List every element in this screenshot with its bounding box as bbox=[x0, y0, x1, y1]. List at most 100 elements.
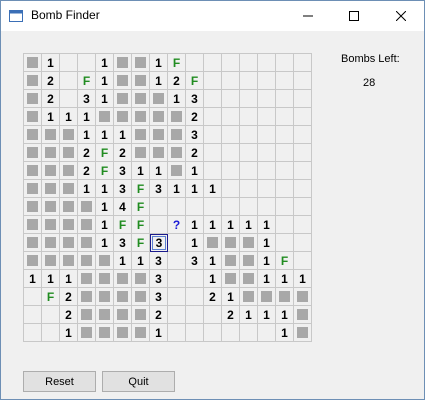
hidden-cell[interactable] bbox=[78, 252, 96, 270]
empty-cell[interactable] bbox=[186, 324, 204, 342]
hidden-cell[interactable] bbox=[114, 90, 132, 108]
number-cell[interactable]: 3 bbox=[186, 90, 204, 108]
number-cell[interactable]: 1 bbox=[150, 324, 168, 342]
empty-cell[interactable] bbox=[186, 270, 204, 288]
empty-cell[interactable] bbox=[222, 162, 240, 180]
number-cell[interactable]: 1 bbox=[96, 180, 114, 198]
hidden-cell[interactable] bbox=[114, 306, 132, 324]
number-cell[interactable]: 1 bbox=[150, 72, 168, 90]
number-cell[interactable]: 3 bbox=[114, 234, 132, 252]
number-cell[interactable]: 1 bbox=[204, 216, 222, 234]
hidden-cell[interactable] bbox=[132, 144, 150, 162]
hidden-cell[interactable] bbox=[150, 126, 168, 144]
empty-cell[interactable] bbox=[42, 306, 60, 324]
number-cell[interactable]: 1 bbox=[96, 90, 114, 108]
hidden-cell[interactable] bbox=[24, 54, 42, 72]
number-cell[interactable]: 1 bbox=[276, 270, 294, 288]
hidden-cell[interactable] bbox=[96, 270, 114, 288]
number-cell[interactable]: 2 bbox=[150, 306, 168, 324]
number-cell[interactable]: 1 bbox=[96, 216, 114, 234]
number-cell[interactable]: 1 bbox=[240, 216, 258, 234]
empty-cell[interactable] bbox=[276, 144, 294, 162]
number-cell[interactable]: 2 bbox=[78, 162, 96, 180]
number-cell[interactable]: 1 bbox=[276, 324, 294, 342]
hidden-cell[interactable] bbox=[60, 216, 78, 234]
empty-cell[interactable] bbox=[258, 198, 276, 216]
empty-cell[interactable] bbox=[294, 72, 312, 90]
hidden-cell[interactable] bbox=[78, 270, 96, 288]
flag-cell[interactable]: F bbox=[96, 144, 114, 162]
hidden-cell[interactable] bbox=[132, 324, 150, 342]
number-cell[interactable]: 2 bbox=[204, 288, 222, 306]
empty-cell[interactable] bbox=[222, 108, 240, 126]
empty-cell[interactable] bbox=[240, 162, 258, 180]
flag-cell[interactable]: F bbox=[132, 234, 150, 252]
number-cell[interactable]: 3 bbox=[186, 252, 204, 270]
number-cell[interactable]: 1 bbox=[78, 180, 96, 198]
hidden-cell[interactable] bbox=[60, 198, 78, 216]
maximize-button[interactable] bbox=[331, 1, 377, 31]
number-cell[interactable]: 3 bbox=[150, 252, 168, 270]
minimize-button[interactable] bbox=[285, 1, 331, 31]
empty-cell[interactable] bbox=[204, 306, 222, 324]
number-cell[interactable]: 1 bbox=[114, 252, 132, 270]
flag-cell[interactable]: F bbox=[132, 180, 150, 198]
hidden-cell[interactable] bbox=[96, 108, 114, 126]
hidden-cell[interactable] bbox=[168, 108, 186, 126]
number-cell[interactable]: 1 bbox=[78, 126, 96, 144]
hidden-cell[interactable] bbox=[42, 252, 60, 270]
number-cell[interactable]: 2 bbox=[186, 144, 204, 162]
hidden-cell[interactable] bbox=[24, 90, 42, 108]
empty-cell[interactable] bbox=[204, 144, 222, 162]
hidden-cell[interactable] bbox=[240, 288, 258, 306]
number-cell[interactable]: 3 bbox=[150, 288, 168, 306]
number-cell[interactable]: 1 bbox=[24, 270, 42, 288]
empty-cell[interactable] bbox=[222, 198, 240, 216]
empty-cell[interactable] bbox=[204, 126, 222, 144]
hidden-cell[interactable] bbox=[78, 306, 96, 324]
empty-cell[interactable] bbox=[294, 162, 312, 180]
empty-cell[interactable] bbox=[258, 324, 276, 342]
empty-cell[interactable] bbox=[276, 180, 294, 198]
flag-cell[interactable]: F bbox=[42, 288, 60, 306]
empty-cell[interactable] bbox=[294, 90, 312, 108]
number-cell[interactable]: 1 bbox=[186, 216, 204, 234]
empty-cell[interactable] bbox=[276, 72, 294, 90]
hidden-cell[interactable] bbox=[60, 234, 78, 252]
empty-cell[interactable] bbox=[222, 324, 240, 342]
hidden-cell[interactable] bbox=[96, 306, 114, 324]
quit-button[interactable]: Quit bbox=[102, 371, 175, 392]
hidden-cell[interactable] bbox=[78, 216, 96, 234]
number-cell[interactable]: 2 bbox=[60, 306, 78, 324]
hidden-cell[interactable] bbox=[258, 288, 276, 306]
hidden-cell[interactable] bbox=[24, 180, 42, 198]
hidden-cell[interactable] bbox=[78, 234, 96, 252]
empty-cell[interactable] bbox=[276, 126, 294, 144]
number-cell[interactable]: 1 bbox=[42, 54, 60, 72]
reset-button[interactable]: Reset bbox=[23, 371, 96, 392]
number-cell[interactable]: 1 bbox=[42, 108, 60, 126]
empty-cell[interactable] bbox=[222, 90, 240, 108]
empty-cell[interactable] bbox=[294, 198, 312, 216]
empty-cell[interactable] bbox=[204, 198, 222, 216]
number-cell[interactable]: 1 bbox=[42, 270, 60, 288]
number-cell[interactable]: 3 bbox=[150, 180, 168, 198]
hidden-cell[interactable] bbox=[294, 288, 312, 306]
hidden-cell[interactable] bbox=[24, 162, 42, 180]
hidden-cell[interactable] bbox=[78, 288, 96, 306]
selected-cell[interactable]: 3 bbox=[150, 234, 168, 252]
empty-cell[interactable] bbox=[240, 54, 258, 72]
number-cell[interactable]: 1 bbox=[186, 180, 204, 198]
number-cell[interactable]: 1 bbox=[96, 126, 114, 144]
empty-cell[interactable] bbox=[294, 216, 312, 234]
number-cell[interactable]: 1 bbox=[258, 216, 276, 234]
number-cell[interactable]: 1 bbox=[186, 234, 204, 252]
empty-cell[interactable] bbox=[204, 324, 222, 342]
hidden-cell[interactable] bbox=[132, 126, 150, 144]
empty-cell[interactable] bbox=[204, 54, 222, 72]
hidden-cell[interactable] bbox=[114, 72, 132, 90]
number-cell[interactable]: 2 bbox=[42, 72, 60, 90]
hidden-cell[interactable] bbox=[114, 54, 132, 72]
number-cell[interactable]: 1 bbox=[78, 108, 96, 126]
hidden-cell[interactable] bbox=[24, 126, 42, 144]
